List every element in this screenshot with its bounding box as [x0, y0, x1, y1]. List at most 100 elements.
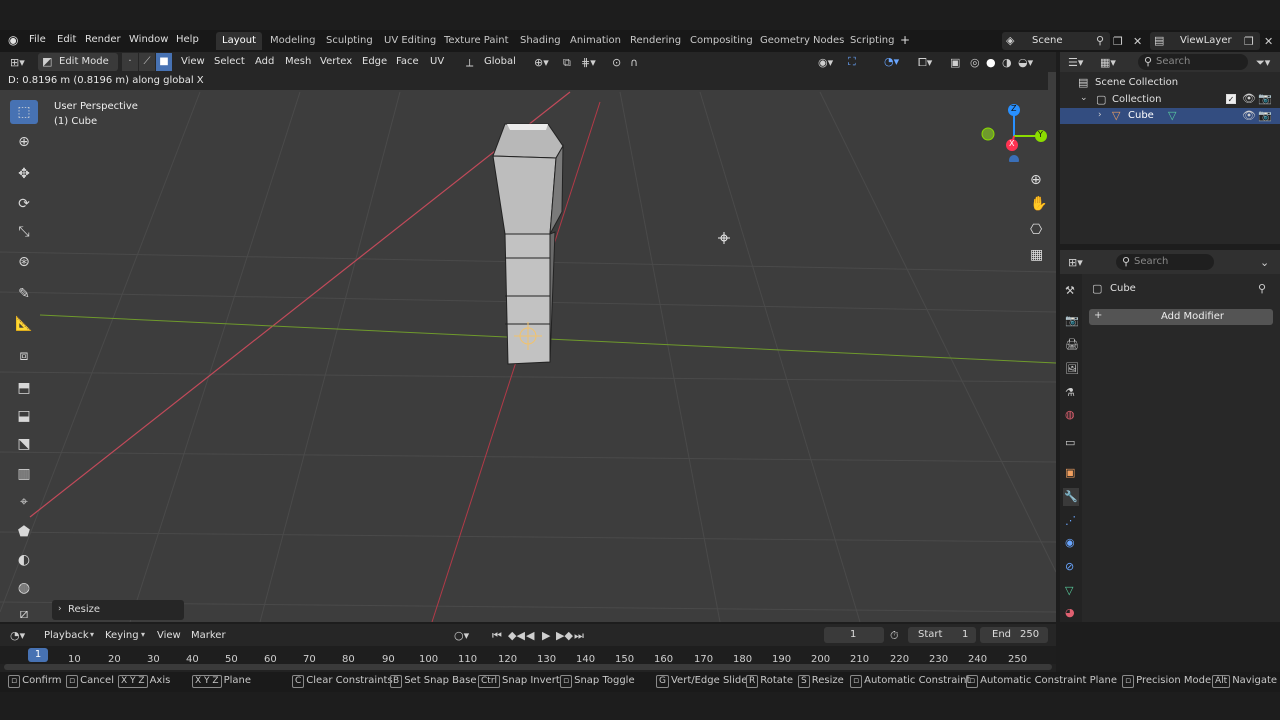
add-workspace-icon[interactable]: +: [900, 33, 910, 47]
scene-selector[interactable]: ◈ Scene ⚲: [1002, 32, 1110, 50]
object-tab-icon[interactable]: ▣: [1065, 466, 1075, 479]
camera-view-icon[interactable]: ⎔: [1030, 222, 1042, 238]
delete-view-layer-icon[interactable]: ✕: [1264, 35, 1273, 48]
tab-uv-editing[interactable]: UV Editing: [378, 32, 442, 50]
header-menu-uv[interactable]: UV: [430, 56, 444, 67]
face-select-icon[interactable]: ■: [156, 53, 172, 71]
play-reverse-icon[interactable]: ◀: [526, 629, 534, 642]
next-keyframe-icon[interactable]: ▶◆: [556, 629, 573, 642]
display-mode-icon[interactable]: ▦▾: [1100, 56, 1116, 69]
proportional-edit-icon[interactable]: ⊙: [612, 56, 621, 69]
constraints-tab-icon[interactable]: ⊘: [1065, 560, 1074, 573]
scene-tab-icon[interactable]: ⚗: [1065, 386, 1075, 399]
collection-render-icon[interactable]: 📷: [1258, 92, 1272, 105]
header-menu-face[interactable]: Face: [396, 56, 419, 67]
header-menu-add[interactable]: Add: [255, 56, 274, 67]
extrude-tool-icon[interactable]: ⬒: [10, 376, 38, 400]
mode-selector[interactable]: ◩ Edit Mode: [38, 53, 118, 71]
vertex-select-icon[interactable]: ·: [122, 53, 138, 71]
wireframe-shading-icon[interactable]: ◎: [970, 56, 980, 69]
tab-layout[interactable]: Layout: [216, 32, 262, 50]
inset-tool-icon[interactable]: ⬓: [10, 404, 38, 428]
tab-shading[interactable]: Shading: [514, 32, 567, 50]
render-tab-icon[interactable]: 📷: [1065, 314, 1079, 327]
resize-operator-panel[interactable]: › Resize: [52, 600, 184, 620]
collection-eye-icon[interactable]: 👁: [1242, 92, 1256, 105]
tab-animation[interactable]: Animation: [564, 32, 627, 50]
cursor-tool-icon[interactable]: ⊕: [10, 130, 38, 154]
annotate-tool-icon[interactable]: ✎: [10, 282, 38, 306]
knife-tool-icon[interactable]: ⌖: [10, 490, 38, 514]
header-menu-view[interactable]: View: [181, 56, 205, 67]
tab-rendering[interactable]: Rendering: [624, 32, 687, 50]
view-layer-tab-icon[interactable]: 🖼: [1065, 362, 1079, 375]
jump-start-icon[interactable]: ⏮: [492, 629, 502, 643]
properties-search[interactable]: ⚲ Search: [1116, 254, 1214, 270]
falloff-icon[interactable]: ∩: [630, 56, 638, 69]
props-pin-icon[interactable]: ⚲: [1258, 282, 1266, 295]
timeline-playback-menu[interactable]: Playback: [44, 630, 89, 641]
header-menu-vertex[interactable]: Vertex: [320, 56, 352, 67]
timeline-marker-menu[interactable]: Marker: [191, 630, 226, 641]
collection-tab-icon[interactable]: ▭: [1065, 436, 1075, 449]
select-box-icon[interactable]: ⬚: [10, 100, 38, 124]
properties-editor-icon[interactable]: ⊞▾: [1068, 256, 1083, 269]
collection-checkbox[interactable]: ✓: [1226, 94, 1236, 104]
particles-tab-icon[interactable]: ⋰: [1065, 514, 1076, 527]
zoom-icon[interactable]: ⊕: [1030, 172, 1042, 188]
navigation-gizmo[interactable]: Z Y X: [980, 102, 1050, 165]
delete-scene-icon[interactable]: ✕: [1133, 35, 1142, 48]
current-frame-field[interactable]: 1: [824, 627, 884, 643]
tab-sculpting[interactable]: Sculpting: [320, 32, 379, 50]
smooth-tool-icon[interactable]: ◍: [10, 576, 38, 600]
tab-scripting[interactable]: Scripting: [844, 32, 900, 50]
filter-icon[interactable]: ⏷▾: [1256, 56, 1270, 70]
modifier-tab-icon[interactable]: 🔧: [1063, 488, 1079, 506]
add-modifier-button[interactable]: + Add Modifier: [1089, 309, 1273, 325]
cube-expand-icon[interactable]: ›: [1098, 110, 1102, 120]
outliner-row-cube[interactable]: › ▽ Cube ▽ 👁 📷: [1060, 108, 1280, 124]
new-scene-icon[interactable]: ❐: [1113, 35, 1123, 48]
prev-keyframe-icon[interactable]: ◆◀: [508, 629, 525, 642]
snap-icon[interactable]: ⧉: [563, 56, 571, 70]
properties-search-input[interactable]: Search: [1134, 256, 1168, 267]
new-view-layer-icon[interactable]: ❐: [1244, 35, 1254, 48]
move-tool-icon[interactable]: ✥: [10, 162, 38, 186]
poly-build-tool-icon[interactable]: ⬟: [10, 520, 38, 544]
outliner-editor-icon[interactable]: ☰▾: [1068, 56, 1083, 69]
cube-eye-icon[interactable]: 👁: [1242, 109, 1256, 122]
rendered-shading-icon[interactable]: ◒▾: [1018, 56, 1033, 69]
menu-file[interactable]: File: [29, 34, 46, 45]
bevel-tool-icon[interactable]: ⬔: [10, 432, 38, 456]
menu-window[interactable]: Window: [129, 34, 168, 45]
scale-tool-icon[interactable]: ⤡: [10, 220, 38, 244]
tab-texture-paint[interactable]: Texture Paint: [438, 32, 515, 50]
output-tab-icon[interactable]: 🖨: [1065, 338, 1079, 351]
preview-range-icon[interactable]: ⏱: [890, 629, 899, 643]
overlays-icon[interactable]: ◔▾: [884, 55, 899, 68]
add-cube-tool-icon[interactable]: ⧈: [10, 344, 38, 368]
mesh-overlays-icon[interactable]: ⧠▾: [918, 56, 932, 70]
world-tab-icon[interactable]: ◍: [1065, 408, 1075, 421]
collection-label[interactable]: Collection: [1112, 94, 1161, 105]
xray-icon[interactable]: ▣: [950, 56, 960, 69]
tool-tab-icon[interactable]: ⚒: [1065, 284, 1075, 297]
playhead[interactable]: 1: [28, 648, 48, 662]
menu-edit[interactable]: Edit: [57, 34, 76, 45]
material-tab-icon[interactable]: ◕: [1065, 606, 1075, 619]
physics-tab-icon[interactable]: ◉: [1065, 536, 1075, 549]
menu-render[interactable]: Render: [85, 34, 121, 45]
visibility-icon[interactable]: ◉▾: [818, 56, 833, 69]
material-shading-icon[interactable]: ◑: [1002, 56, 1012, 69]
jump-end-icon[interactable]: ⏭: [574, 629, 584, 643]
scene-collection-label[interactable]: Scene Collection: [1095, 77, 1178, 88]
data-tab-icon[interactable]: ▽: [1065, 584, 1073, 597]
outliner-search-input[interactable]: Search: [1156, 56, 1190, 67]
gizmo-toggle-icon[interactable]: ⛶: [848, 55, 856, 69]
header-menu-select[interactable]: Select: [214, 56, 245, 67]
props-options-icon[interactable]: ⌄: [1260, 256, 1269, 269]
ortho-grid-icon[interactable]: ▦: [1030, 247, 1043, 263]
start-frame-field[interactable]: Start 1: [908, 627, 976, 643]
loop-cut-tool-icon[interactable]: ▥: [10, 462, 38, 486]
solid-shading-icon[interactable]: ●: [986, 56, 996, 69]
